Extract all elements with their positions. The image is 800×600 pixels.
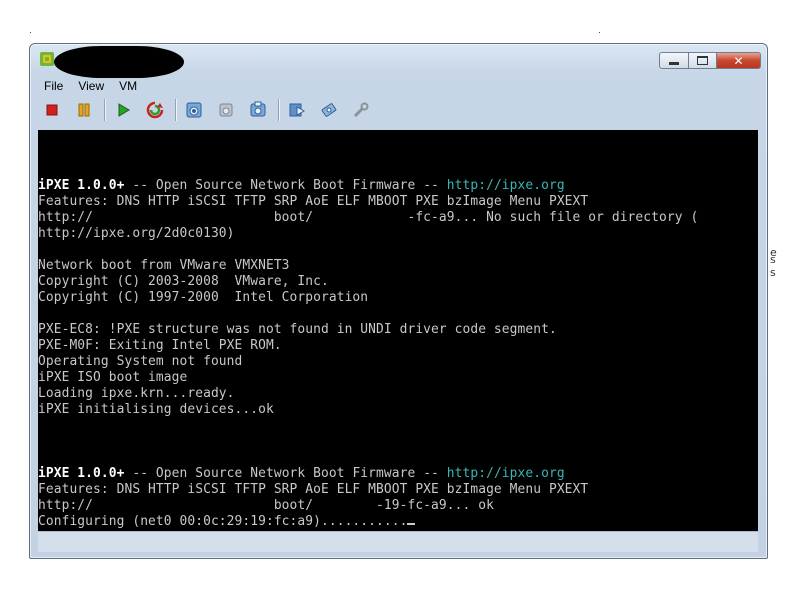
console-line: iPXE 1.0.0+ -- Open Source Network Boot …: [38, 178, 565, 194]
console-text: Operating System not found: [38, 354, 243, 369]
stop-icon: [46, 104, 58, 116]
settings-icon: [321, 103, 337, 117]
minimize-button[interactable]: [659, 52, 689, 69]
menu-view[interactable]: View: [75, 77, 107, 95]
console-text: Copyright (C) 1997-2000 Intel Corporatio…: [38, 290, 369, 305]
console-line: Operating System not found: [38, 354, 242, 370]
console-line: Copyright (C) 1997-2000 Intel Corporatio…: [38, 290, 368, 306]
window-controls: ✕: [659, 52, 761, 70]
console-text: Features: DNS HTTP iSCSI TFTP SRP AoE EL…: [38, 482, 589, 497]
console-text: Copyright (C) 2003-2008 VMware, Inc.: [38, 274, 329, 289]
console-line: http:// boot/ -19-fc-a9... ok: [38, 498, 494, 514]
take-snapshot-button[interactable]: [182, 98, 206, 122]
console-text: PXE-M0F: Exiting Intel PXE ROM.: [38, 338, 282, 353]
vm-tools-button[interactable]: [349, 98, 373, 122]
close-icon: ✕: [733, 53, 744, 68]
console-text: iPXE ISO boot image: [38, 370, 188, 385]
console-text: iPXE 1.0.0+: [38, 178, 125, 193]
suspend-button[interactable]: [72, 98, 96, 122]
menu-vm[interactable]: VM: [116, 77, 140, 95]
revert-snapshot-button[interactable]: [214, 98, 238, 122]
play-icon: [118, 103, 130, 117]
revert-icon: [219, 103, 233, 117]
console-line: PXE-M0F: Exiting Intel PXE ROM.: [38, 338, 282, 354]
vm-settings-button[interactable]: [317, 98, 341, 122]
console-line: http://ipxe.org/2d0c0130): [38, 226, 235, 242]
console-line: http:// boot/ -fc-a9... No such file or …: [38, 210, 698, 226]
console-text: Configuring (net0 00:0c:29:19:fc:a9)....…: [38, 514, 408, 529]
console-text: iPXE 1.0.0+: [38, 466, 125, 481]
background-text-fragment: s: [770, 266, 776, 279]
console-line: iPXE initialising devices...ok: [38, 402, 274, 418]
console-text: -- Open Source Network Boot Firmware --: [124, 178, 447, 193]
console-line: Copyright (C) 2003-2008 VMware, Inc.: [38, 274, 329, 290]
vsphere-app-icon: [40, 52, 54, 66]
power-off-button[interactable]: [40, 98, 64, 122]
background-window-right: e s s: [767, 96, 800, 286]
console-text: Features: DNS HTTP iSCSI TFTP SRP AoE EL…: [38, 194, 589, 209]
console-line: Network boot from VMware VMXNET3: [38, 258, 290, 274]
close-button[interactable]: ✕: [717, 52, 761, 69]
console-text: -- Open Source Network Boot Firmware --: [124, 466, 447, 481]
menu-bar: File View VM: [41, 77, 149, 95]
console-text: Loading ipxe.krn...ready.: [38, 386, 235, 401]
console-text: PXE-EC8: !PXE structure was not found in…: [38, 322, 557, 337]
console-line: Loading ipxe.krn...ready.: [38, 386, 235, 402]
reset-icon: [146, 101, 164, 119]
minimize-icon: [669, 61, 679, 65]
console-link: http://ipxe.org: [446, 466, 565, 481]
console-line: Features: DNS HTTP iSCSI TFTP SRP AoE EL…: [38, 194, 588, 210]
console-line: PXE-EC8: !PXE structure was not found in…: [38, 322, 557, 338]
toolbar-separator: [104, 99, 105, 121]
background-window-left: [0, 118, 31, 298]
snapshot-manager-icon: [250, 101, 266, 117]
status-bar: [38, 531, 758, 552]
toolbar-separator: [278, 99, 279, 121]
menu-file[interactable]: File: [41, 77, 66, 95]
desktop-dot: [30, 32, 31, 33]
console-text: iPXE initialising devices...ok: [38, 402, 274, 417]
pause-icon: [78, 103, 90, 117]
tools-icon: [353, 102, 369, 118]
title-bar[interactable]: ✕: [30, 44, 767, 78]
vm-console-window: ✕ File View VM iPXE 1.0.0+ -- Open Sourc…: [29, 43, 768, 559]
toolbar-separator: [175, 99, 176, 121]
snapshot-manager-button[interactable]: [246, 98, 270, 122]
send-ctrl-alt-del-button[interactable]: [285, 98, 309, 122]
console-text: http://ipxe.org/2d0c0130): [38, 226, 235, 241]
console-text: Network boot from VMware VMXNET3: [38, 258, 290, 273]
maximize-icon: [697, 56, 708, 65]
console-line: iPXE 1.0.0+ -- Open Source Network Boot …: [38, 466, 565, 482]
toolbar: [40, 97, 381, 123]
ctrl-alt-del-icon: [289, 103, 306, 117]
console-cursor: [407, 523, 416, 525]
console-line: Configuring (net0 00:0c:29:19:fc:a9)....…: [38, 514, 416, 530]
console-text: http:// boot/ -19-fc-a9... ok: [38, 498, 494, 513]
desktop-dot: [599, 32, 600, 33]
console-link: http://ipxe.org: [446, 178, 565, 193]
console-line: Features: DNS HTTP iSCSI TFTP SRP AoE EL…: [38, 482, 588, 498]
vm-console-screen[interactable]: iPXE 1.0.0+ -- Open Source Network Boot …: [38, 130, 758, 531]
maximize-button[interactable]: [689, 52, 717, 69]
background-text-fragment: s: [770, 253, 776, 266]
redacted-window-title: [54, 46, 184, 78]
power-on-button[interactable]: [111, 98, 135, 122]
console-text: http:// boot/ -fc-a9... No such file or …: [38, 210, 699, 225]
snapshot-icon: [186, 102, 202, 118]
reset-button[interactable]: [143, 98, 167, 122]
console-line: iPXE ISO boot image: [38, 370, 187, 386]
